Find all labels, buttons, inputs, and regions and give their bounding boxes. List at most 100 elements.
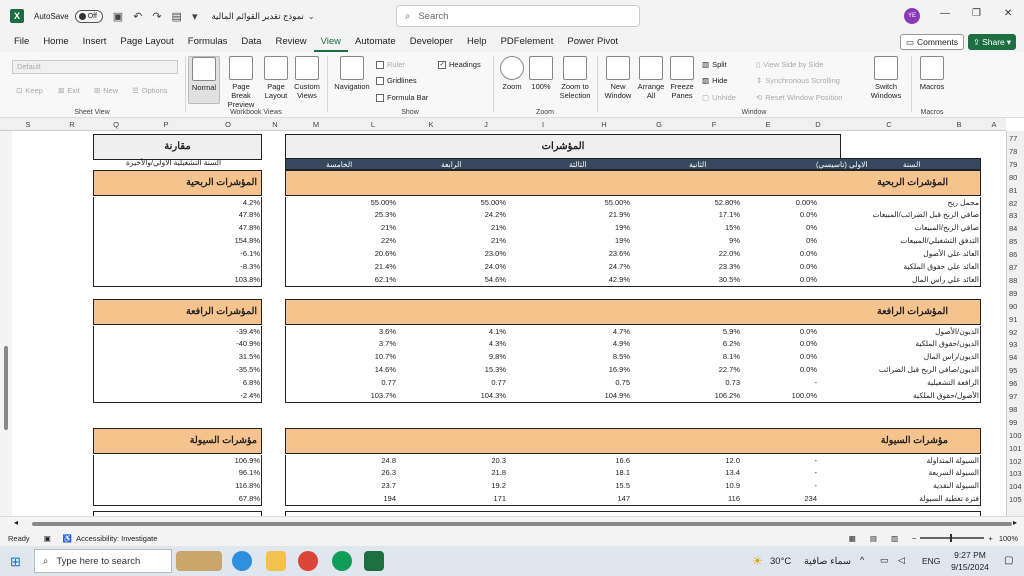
column-header[interactable]: J: [484, 120, 488, 129]
row-header[interactable]: 77: [1009, 134, 1017, 143]
row-header[interactable]: 90: [1009, 302, 1017, 311]
network-icon[interactable]: ▭: [880, 555, 889, 566]
zoom-level[interactable]: 100%: [999, 534, 1018, 543]
row-header[interactable]: 80: [1009, 173, 1017, 182]
page-layout-icon[interactable]: ▤: [870, 534, 877, 543]
customize-qat-icon[interactable]: ▾: [192, 10, 198, 23]
comments-button[interactable]: ▭ Comments: [900, 34, 964, 50]
row-header[interactable]: 98: [1009, 405, 1017, 414]
row-header[interactable]: 93: [1009, 340, 1017, 349]
page-break-icon[interactable]: ▥: [891, 534, 898, 543]
menu-help[interactable]: Help: [460, 32, 494, 52]
speaker-icon[interactable]: ◁: [898, 555, 905, 566]
excel-taskbar-icon[interactable]: [364, 551, 384, 571]
column-header[interactable]: E: [765, 120, 770, 129]
gridlines-checkbox[interactable]: Gridlines: [376, 76, 417, 85]
worksheet[interactable]: مقارنة السنة التشغيلية الاولي/والأخيرة الم…: [12, 131, 1006, 516]
custom-views-button[interactable]: Custom Views: [292, 56, 322, 100]
row-header[interactable]: 89: [1009, 289, 1017, 298]
edge-icon[interactable]: [232, 551, 252, 571]
hide-button[interactable]: ▨ Hide: [702, 76, 728, 85]
accessibility-status[interactable]: Accessibility: Investigate: [76, 534, 157, 543]
row-header[interactable]: 84: [1009, 224, 1017, 233]
row-header[interactable]: 82: [1009, 199, 1017, 208]
keep-button[interactable]: ⊡ Keep: [16, 86, 43, 95]
reset-window-button[interactable]: ⟲ Reset Window Position: [756, 93, 842, 102]
column-header[interactable]: G: [656, 120, 662, 129]
menu-page-layout[interactable]: Page Layout: [113, 32, 180, 52]
taskbar-search[interactable]: ⌕ Type here to search: [34, 549, 172, 573]
row-header[interactable]: 103: [1009, 469, 1022, 478]
row-header[interactable]: 81: [1009, 186, 1017, 195]
row-header[interactable]: 97: [1009, 392, 1017, 401]
normal-view-button[interactable]: Normal: [188, 56, 220, 104]
row-header[interactable]: 104: [1009, 482, 1022, 491]
menu-insert[interactable]: Insert: [76, 32, 114, 52]
page-break-preview-button[interactable]: Page Break Preview: [222, 56, 260, 109]
menu-view[interactable]: View: [313, 32, 349, 52]
menu-review[interactable]: Review: [268, 32, 313, 52]
restore-button[interactable]: ❐: [972, 8, 981, 19]
unhide-button[interactable]: ▢ Unhide: [702, 93, 736, 102]
row-header[interactable]: 85: [1009, 237, 1017, 246]
column-header[interactable]: K: [428, 120, 433, 129]
column-header[interactable]: N: [272, 120, 277, 129]
row-header[interactable]: 92: [1009, 328, 1017, 337]
column-header[interactable]: R: [69, 120, 74, 129]
row-header[interactable]: 99: [1009, 418, 1017, 427]
scroll-thumb[interactable]: [4, 346, 8, 430]
chrome-profile-icon[interactable]: [332, 551, 352, 571]
zoom-in-icon[interactable]: +: [988, 534, 992, 543]
zoom-slider[interactable]: [920, 534, 985, 542]
scroll-left-icon[interactable]: ◂: [14, 518, 18, 527]
zoom-out-icon[interactable]: −: [912, 534, 916, 543]
row-header[interactable]: 87: [1009, 263, 1017, 272]
column-header[interactable]: Q: [113, 120, 119, 129]
column-header[interactable]: I: [542, 120, 544, 129]
options-button[interactable]: ☰ Options: [132, 86, 168, 95]
split-button[interactable]: ▥ Split: [702, 60, 727, 69]
row-header[interactable]: 95: [1009, 366, 1017, 375]
row-header[interactable]: 78: [1009, 147, 1017, 156]
close-button[interactable]: ✕: [1004, 8, 1012, 19]
row-header[interactable]: 88: [1009, 276, 1017, 285]
arrange-all-button[interactable]: Arrange All: [636, 56, 666, 100]
row-header[interactable]: 94: [1009, 353, 1017, 362]
menu-formulas[interactable]: Formulas: [181, 32, 235, 52]
zoom-100-button[interactable]: 100%: [528, 56, 554, 91]
zoom-handle[interactable]: [950, 534, 953, 542]
notifications-icon[interactable]: ▢: [1004, 555, 1013, 566]
column-header[interactable]: L: [371, 120, 375, 129]
zoom-button[interactable]: Zoom: [498, 56, 526, 91]
row-header[interactable]: 101: [1009, 444, 1022, 453]
vertical-scrollbar[interactable]: [0, 131, 12, 516]
clock-time[interactable]: 9:27 PM: [950, 550, 990, 560]
redo-icon[interactable]: ↷: [152, 10, 161, 23]
switch-windows-button[interactable]: Switch Windows: [866, 56, 906, 100]
menu-power-pivot[interactable]: Power Pivot: [560, 32, 625, 52]
sheet-view-dropdown[interactable]: Default: [12, 60, 178, 74]
column-header[interactable]: A: [991, 120, 996, 129]
language-indicator[interactable]: ENG: [922, 556, 940, 566]
column-header[interactable]: P: [163, 120, 168, 129]
search-box[interactable]: ⌕ Search: [396, 5, 640, 27]
column-header[interactable]: C: [886, 120, 891, 129]
column-header[interactable]: M: [313, 120, 319, 129]
row-header[interactable]: 91: [1009, 315, 1017, 324]
column-header[interactable]: D: [815, 120, 820, 129]
windows-start-icon[interactable]: ⊞: [10, 554, 21, 570]
scroll-thumb[interactable]: [32, 522, 1012, 526]
document-title[interactable]: نموذج تقدير القوائم المالية: [211, 11, 303, 22]
macros-button[interactable]: Macros: [916, 56, 948, 91]
sync-scrolling-button[interactable]: ⇕ Synchronous Scrolling: [756, 76, 840, 85]
tray-chevron-icon[interactable]: ^: [860, 555, 864, 565]
headings-checkbox[interactable]: ✓ Headings: [438, 60, 481, 69]
undo-icon[interactable]: ↶: [133, 10, 142, 23]
news-widget-icon[interactable]: [176, 551, 222, 571]
share-button[interactable]: ⇪ Share ▾: [968, 34, 1016, 50]
clock-date[interactable]: 9/15/2024: [946, 562, 994, 572]
menu-data[interactable]: Data: [234, 32, 268, 52]
avatar[interactable]: YE: [904, 8, 920, 24]
menu-home[interactable]: Home: [36, 32, 75, 52]
row-header[interactable]: 96: [1009, 379, 1017, 388]
